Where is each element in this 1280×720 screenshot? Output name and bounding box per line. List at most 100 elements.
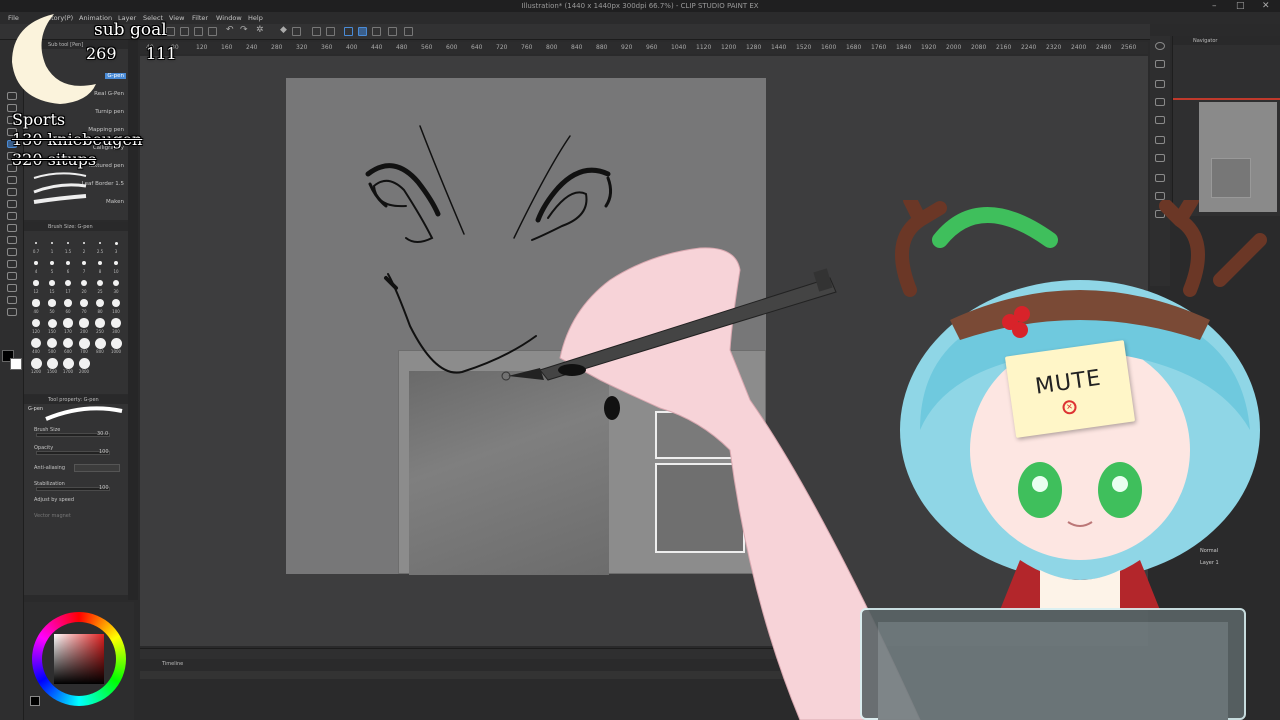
- brush-size-option[interactable]: 100: [108, 296, 124, 316]
- brush-size-option[interactable]: 300: [108, 316, 124, 336]
- snap-special-icon[interactable]: [372, 27, 381, 36]
- brush-size-option[interactable]: 3: [108, 236, 124, 256]
- transform-icon[interactable]: [312, 27, 321, 36]
- fill-icon[interactable]: ◆: [280, 25, 289, 35]
- undo-icon[interactable]: ↶: [226, 25, 235, 35]
- decoration-tool-icon[interactable]: [7, 188, 17, 196]
- layer-icon[interactable]: [1155, 136, 1165, 144]
- balloon-tool-icon[interactable]: [7, 296, 17, 304]
- search-icon[interactable]: [1155, 42, 1165, 50]
- menu-item-view[interactable]: View: [169, 14, 184, 22]
- snap-ruler-icon[interactable]: [344, 27, 353, 36]
- figure-tool-icon[interactable]: [7, 248, 17, 256]
- brush-size-option[interactable]: 7: [76, 256, 92, 276]
- brush-size-option[interactable]: 12: [28, 276, 44, 296]
- brush-size-option[interactable]: 30: [108, 276, 124, 296]
- brush-size-option[interactable]: 170: [60, 316, 76, 336]
- brush-item-turnip-pen[interactable]: Turnip pen: [95, 109, 124, 115]
- brush-size-option[interactable]: 5: [44, 256, 60, 276]
- brush-size-option[interactable]: 600: [60, 336, 76, 356]
- navigator-preview[interactable]: [1199, 102, 1277, 212]
- brush-size-option[interactable]: 6: [60, 256, 76, 276]
- color-saturation-box[interactable]: [54, 634, 104, 684]
- pen-pressure-icon[interactable]: [404, 27, 413, 36]
- brush-size-option[interactable]: 1500: [44, 356, 60, 376]
- brush-size-option[interactable]: 25: [92, 276, 108, 296]
- brush-item-g-pen[interactable]: G-pen: [105, 73, 126, 79]
- brush-size-option[interactable]: 0.7: [28, 236, 44, 256]
- maximize-icon[interactable]: □: [1236, 1, 1245, 11]
- timeline-tab[interactable]: Timeline: [162, 661, 183, 667]
- save-icon[interactable]: [194, 27, 203, 36]
- layer-property-icon[interactable]: [1155, 116, 1165, 124]
- brush-size-option[interactable]: 2000: [76, 356, 92, 376]
- sub-view-icon[interactable]: [1155, 80, 1165, 88]
- frame-tool-icon[interactable]: [7, 260, 17, 268]
- brush-size-option[interactable]: 2: [76, 236, 92, 256]
- history-icon[interactable]: [1155, 174, 1165, 182]
- minimize-icon[interactable]: –: [1212, 1, 1217, 11]
- tool-property-tab[interactable]: Tool property: G-pen: [24, 395, 128, 404]
- mirror-icon[interactable]: [388, 27, 397, 36]
- menu-item-help[interactable]: Help: [248, 14, 263, 22]
- navigator-tab[interactable]: Navigator: [1173, 36, 1280, 45]
- snap-grid-icon[interactable]: [358, 27, 367, 36]
- material-icon[interactable]: [1155, 154, 1165, 162]
- brush-size-option[interactable]: 400: [28, 336, 44, 356]
- brush-size-option[interactable]: 60: [60, 296, 76, 316]
- brush-size-option[interactable]: 500: [44, 336, 60, 356]
- left-panel-scrollbar[interactable]: [128, 40, 138, 600]
- current-color-swatch[interactable]: [30, 696, 40, 706]
- ruler-tool-icon[interactable]: [7, 272, 17, 280]
- brush-size-option[interactable]: 17: [60, 276, 76, 296]
- brush-item-maken[interactable]: Maken: [106, 199, 124, 205]
- crop-icon[interactable]: [326, 27, 335, 36]
- blend-tool-icon[interactable]: [7, 212, 17, 220]
- brush-size-option[interactable]: 1000: [108, 336, 124, 356]
- anti-aliasing-selector[interactable]: [74, 464, 120, 472]
- brush-size-value[interactable]: 30.0: [97, 431, 108, 437]
- brush-size-option[interactable]: 1700: [60, 356, 76, 376]
- navigator-icon[interactable]: [1155, 60, 1165, 68]
- brush-size-option[interactable]: 15: [44, 276, 60, 296]
- adjust-by-speed-label[interactable]: Adjust by speed: [34, 497, 74, 503]
- brush-size-option[interactable]: 80: [92, 296, 108, 316]
- gradient-tool-icon[interactable]: [7, 236, 17, 244]
- brush-size-option[interactable]: 2.5: [92, 236, 108, 256]
- brush-size-option[interactable]: 800: [92, 336, 108, 356]
- opacity-value[interactable]: 100: [99, 449, 109, 455]
- redo-icon[interactable]: ↷: [240, 25, 249, 35]
- close-icon[interactable]: ✕: [1262, 1, 1270, 11]
- vector-magnet-label[interactable]: Vector magnet: [34, 513, 71, 519]
- new-file-icon[interactable]: [166, 27, 175, 36]
- brush-size-tab[interactable]: Brush Size: G-pen: [24, 222, 128, 231]
- brush-size-option[interactable]: 1200: [28, 356, 44, 376]
- sub-color-swatch[interactable]: [10, 358, 22, 370]
- open-file-icon[interactable]: [180, 27, 189, 36]
- brush-size-option[interactable]: 250: [92, 316, 108, 336]
- eraser-tool-icon[interactable]: [7, 200, 17, 208]
- fill-tool-icon[interactable]: [7, 224, 17, 232]
- brush-size-option[interactable]: 150: [44, 316, 60, 336]
- clear-icon[interactable]: [292, 27, 301, 36]
- stabilization-value[interactable]: 100: [99, 485, 109, 491]
- brush-size-option[interactable]: 8: [92, 256, 108, 276]
- brush-size-option[interactable]: 120: [28, 316, 44, 336]
- brush-size-option[interactable]: 50: [44, 296, 60, 316]
- info-icon[interactable]: [1155, 98, 1165, 106]
- brush-size-option[interactable]: 1: [44, 236, 60, 256]
- brush-item-real-g-pen[interactable]: Real G-Pen: [94, 91, 124, 97]
- airbrush-tool-icon[interactable]: [7, 176, 17, 184]
- print-icon[interactable]: [208, 27, 217, 36]
- brush-size-option[interactable]: 200: [76, 316, 92, 336]
- brush-size-option[interactable]: 10: [108, 256, 124, 276]
- brush-size-option[interactable]: 1.5: [60, 236, 76, 256]
- menu-item-window[interactable]: Window: [216, 14, 242, 22]
- text-tool-icon[interactable]: [7, 284, 17, 292]
- correct-line-tool-icon[interactable]: [7, 308, 17, 316]
- settings-icon[interactable]: ✲: [256, 25, 265, 35]
- brush-size-option[interactable]: 700: [76, 336, 92, 356]
- brush-size-option[interactable]: 40: [28, 296, 44, 316]
- brush-size-option[interactable]: 20: [76, 276, 92, 296]
- auto-action-icon[interactable]: [1155, 192, 1165, 200]
